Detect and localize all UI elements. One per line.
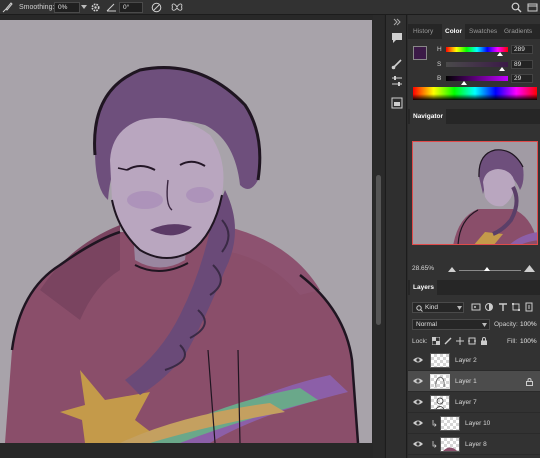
lock-artboard-icon[interactable]	[468, 337, 476, 345]
brightness-slider-thumb[interactable]	[461, 81, 467, 85]
blend-mode-value: Normal	[416, 321, 437, 328]
layer-row[interactable]: Layer 8	[408, 434, 540, 455]
fill-label: Fill:	[507, 338, 518, 345]
hue-value[interactable]: 289	[511, 45, 533, 54]
smoothing-label: Smoothing:	[19, 4, 55, 11]
layer-name[interactable]: Layer 8	[465, 434, 487, 455]
saturation-label: S	[437, 61, 442, 68]
navigator-preview[interactable]	[412, 141, 538, 245]
layer-thumbnail	[430, 353, 450, 368]
right-panels: History Color Swatches Gradients H 289 S…	[408, 15, 540, 458]
eye-icon[interactable]	[413, 356, 423, 364]
search-icon	[416, 305, 423, 312]
color-panel-tabs: History Color Swatches Gradients	[408, 24, 540, 39]
eye-icon[interactable]	[413, 377, 423, 385]
layer-name[interactable]: Layer 2	[455, 350, 477, 371]
zoom-out-icon[interactable]	[448, 267, 456, 272]
collapse-icon[interactable]	[393, 18, 401, 26]
brightness-slider[interactable]	[446, 76, 508, 81]
opacity-label: Opacity:	[494, 321, 518, 328]
layer-row[interactable]: Layer 7	[408, 392, 540, 413]
eye-icon[interactable]	[413, 419, 423, 427]
brightness-label: B	[437, 75, 442, 82]
angle-input[interactable]: 0°	[119, 2, 143, 13]
gear-icon[interactable]	[90, 2, 101, 13]
navigator-zoom-thumb[interactable]	[484, 267, 490, 271]
chevron-down-icon	[482, 323, 487, 327]
brush-settings-icon[interactable]	[391, 58, 403, 70]
lock-all-icon[interactable]	[480, 337, 488, 345]
properties-icon[interactable]	[391, 97, 403, 109]
workspace-icon[interactable]	[527, 2, 538, 13]
layer-row[interactable]: Layer 2	[408, 350, 540, 371]
hue-label: H	[437, 46, 442, 53]
color-spectrum-ramp[interactable]	[413, 87, 537, 100]
navigator-zoom-slider[interactable]	[459, 270, 521, 271]
lock-transparent-icon[interactable]	[432, 337, 440, 345]
filter-smart-object-icon[interactable]	[524, 302, 534, 312]
lock-label: Lock:	[412, 338, 428, 345]
navigator-zoom-value[interactable]: 28.65%	[412, 265, 434, 272]
canvas-artwork[interactable]	[0, 20, 372, 443]
eye-icon[interactable]	[413, 398, 423, 406]
butterfly-icon[interactable]	[171, 2, 183, 13]
layer-row-selected[interactable]: Layer 1	[408, 371, 540, 392]
blend-mode-select[interactable]: Normal	[412, 319, 490, 330]
options-bar: Smoothing: 0% 0°	[0, 0, 540, 15]
foreground-color-swatch[interactable]	[413, 46, 427, 60]
layer-kind-filter[interactable]: Kind	[412, 302, 464, 313]
saturation-slider-thumb[interactable]	[499, 67, 505, 71]
hue-slider-thumb[interactable]	[497, 52, 503, 56]
search-icon[interactable]	[511, 2, 522, 13]
chevron-down-icon	[457, 306, 462, 310]
lock-pixels-icon[interactable]	[444, 337, 452, 345]
clipping-mask-icon	[432, 441, 437, 448]
tab-history[interactable]: History	[410, 24, 436, 39]
tab-navigator[interactable]: Navigator	[410, 109, 446, 124]
layer-name[interactable]: Layer 7	[455, 392, 477, 413]
lock-position-icon[interactable]	[456, 337, 464, 345]
filter-adjustment-icon[interactable]	[484, 302, 494, 312]
clipping-mask-icon	[432, 420, 437, 427]
tab-gradients[interactable]: Gradients	[501, 24, 535, 39]
tab-swatches[interactable]: Swatches	[466, 24, 500, 39]
lock-icon	[526, 378, 533, 386]
scrollbar-thumb[interactable]	[376, 175, 381, 325]
layer-thumbnail	[430, 395, 450, 410]
adjustments-icon[interactable]	[391, 75, 403, 87]
tab-color[interactable]: Color	[442, 24, 465, 39]
filter-pixel-icon[interactable]	[471, 302, 481, 312]
panel-icon-strip	[385, 15, 407, 458]
layer-name[interactable]: Layer 10	[465, 413, 490, 434]
brush-tool-icon[interactable]	[2, 2, 13, 13]
fill-value[interactable]: 100%	[520, 338, 537, 345]
opacity-value[interactable]: 100%	[520, 321, 537, 328]
layer-name[interactable]: Layer 1	[455, 371, 477, 392]
layers-panel-tabs: Layers	[408, 280, 540, 295]
filter-type-icon[interactable]	[498, 302, 508, 312]
layer-row[interactable]: Layer 10	[408, 413, 540, 434]
navigator-panel-tabs: Navigator	[408, 109, 540, 124]
smoothing-input[interactable]: 0%	[54, 2, 80, 13]
layer-thumbnail	[430, 374, 450, 389]
pressure-size-icon[interactable]	[151, 2, 162, 13]
brightness-value[interactable]: 29	[511, 74, 533, 83]
filter-shape-icon[interactable]	[511, 302, 521, 312]
chevron-down-icon[interactable]	[81, 5, 87, 10]
angle-icon	[106, 3, 116, 12]
comments-icon[interactable]	[391, 32, 403, 44]
eye-icon[interactable]	[413, 440, 423, 448]
layer-thumbnail	[440, 437, 460, 452]
zoom-in-icon[interactable]	[524, 265, 535, 272]
saturation-value[interactable]: 89	[511, 60, 533, 69]
tab-layers[interactable]: Layers	[410, 280, 437, 295]
layer-thumbnail	[440, 416, 460, 431]
layer-kind-value: Kind	[425, 304, 439, 311]
